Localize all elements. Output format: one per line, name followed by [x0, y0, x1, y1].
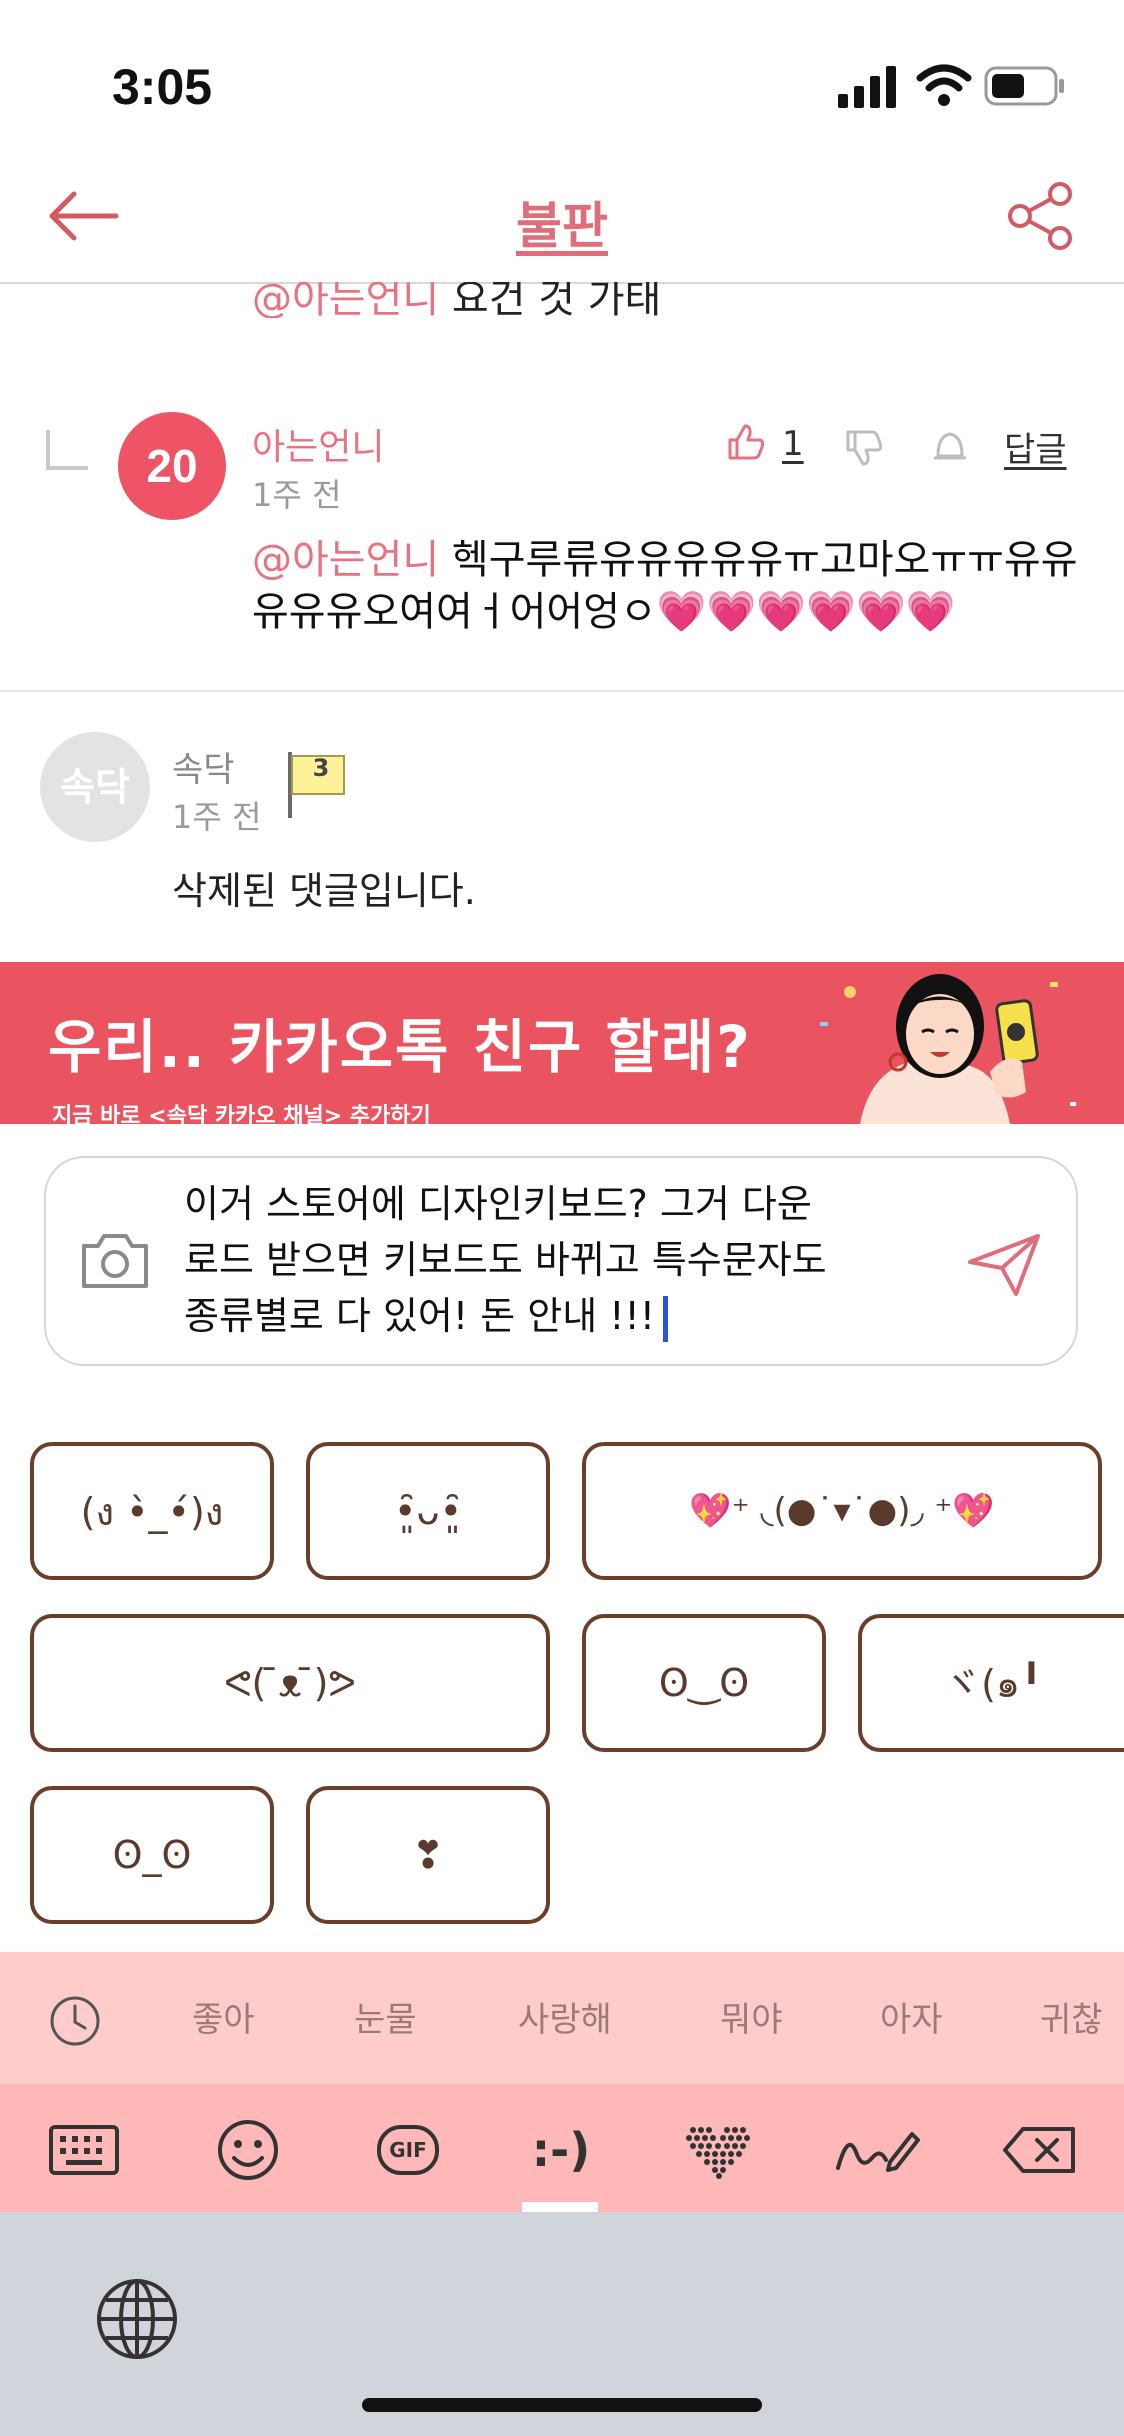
backspace-icon[interactable]	[996, 2110, 1082, 2190]
battery-icon	[984, 66, 1066, 106]
category-tab[interactable]: 뭐야	[720, 1992, 783, 2041]
text-emoticon-tab[interactable]: :-)	[516, 2110, 606, 2190]
back-arrow-icon[interactable]	[44, 186, 120, 246]
emoticon-key[interactable]: ʘ_ʘ	[30, 1786, 274, 1924]
emoji-smiley-icon[interactable]	[208, 2110, 288, 2190]
category-tab[interactable]: 귀찮	[1040, 1992, 1103, 2041]
category-tab[interactable]: 눈물	[354, 1992, 417, 2041]
handwriting-pen-icon[interactable]	[832, 2110, 922, 2190]
keyboard-icon[interactable]	[44, 2110, 124, 2190]
category-tab[interactable]: 사랑해	[518, 1992, 612, 2041]
send-icon[interactable]	[966, 1232, 1042, 1298]
avatar[interactable]: 20	[118, 412, 226, 520]
text-cursor	[662, 1295, 668, 1342]
emoticon-key[interactable]: 💖⁺ ◟(●˙▾˙●)◞ ⁺💖	[582, 1442, 1102, 1580]
thumbs-up-icon[interactable]	[726, 422, 766, 462]
gif-label: GIF	[377, 2125, 439, 2175]
like-count[interactable]: 1	[782, 424, 804, 464]
deleted-comment-text: 삭제된 댓글입니다.	[172, 869, 476, 913]
home-indicator[interactable]	[362, 2398, 762, 2412]
level-flag-icon: 3	[284, 748, 350, 822]
comment-input[interactable]: 이거 스토어에 디자인키보드? 그거 다운 로드 받으면 키보드도 바뀌고 특수…	[184, 1176, 944, 1344]
wifi-icon	[916, 62, 972, 108]
emoticon-key[interactable]: ᕙ( ̄ᴥ ̄)ᕗ	[30, 1614, 550, 1752]
emoticon-key[interactable]: •͈̑ᴗ•͈̑	[306, 1442, 550, 1580]
level-badge-number: 3	[312, 754, 330, 782]
banner-subtitle: 지금 바로 <속닥 카카오 채널> 추가하기	[52, 1104, 431, 1129]
comment-body: @아는언니 헥구루류유유유유유ㅠ고마오ㅠㅠ유유 유유유오여여ㅓ어어엉ㅇ💗💗💗💗💗…	[252, 534, 1092, 638]
recent-clock-icon[interactable]	[48, 1994, 102, 2048]
partial-comment: @아는언니 요건 것 가태	[252, 282, 952, 318]
thumbs-down-icon[interactable]	[844, 428, 884, 468]
comment-time: 1주 전	[252, 476, 342, 514]
emoticon-key[interactable]: ʘ‿ʘ	[582, 1614, 826, 1752]
mention[interactable]: @아는언니	[252, 282, 439, 318]
mention[interactable]: @아는언니	[252, 537, 439, 583]
dot-heart-icon[interactable]	[678, 2110, 758, 2190]
deleted-comment-author[interactable]: 속닥	[172, 742, 235, 791]
share-icon[interactable]	[1006, 180, 1076, 252]
status-time: 3:05	[112, 59, 213, 115]
comment-line-2: 유유유오여여ㅓ어어엉ㅇ💗💗💗💗💗💗	[252, 589, 956, 635]
input-line-1: 이거 스토어에 디자인키보드? 그거 다운	[184, 1182, 812, 1226]
gif-icon[interactable]: GIF	[368, 2110, 448, 2190]
comment-line-1: 헥구루류유유유유유ㅠ고마오ㅠㅠ유유	[451, 537, 1078, 583]
comment-text: 요건 것 가태	[451, 282, 662, 318]
input-line-2: 로드 받으면 키보드도 바뀌고 특수문자도	[184, 1238, 827, 1282]
avatar[interactable]: 속닥	[40, 732, 150, 842]
comment-author[interactable]: 아는언니	[252, 418, 384, 470]
deleted-comment-time: 1주 전	[172, 798, 262, 836]
emoticon-key[interactable]: (ง •̀_•́)ง	[30, 1442, 274, 1580]
page-title: 불판	[516, 197, 608, 255]
reply-indent-icon	[44, 428, 90, 472]
category-tab[interactable]: 아자	[880, 1992, 943, 2041]
report-bell-icon[interactable]	[930, 426, 970, 466]
category-tab[interactable]: 좋아	[192, 1992, 255, 2041]
globe-icon[interactable]	[94, 2276, 180, 2362]
reply-button[interactable]: 답글	[1004, 422, 1067, 471]
banner-illustration	[800, 962, 1100, 1124]
camera-icon[interactable]	[80, 1232, 150, 1290]
emoticon-key[interactable]: ❣	[306, 1786, 550, 1924]
comment-divider	[0, 690, 1124, 692]
signal-icon	[838, 64, 900, 108]
selected-tab-indicator	[522, 2202, 598, 2212]
emoticon-key[interactable]: ヾ(๑╹	[858, 1614, 1124, 1752]
banner-title: 우리.. 카카오톡 친구 할래?	[48, 1013, 752, 1081]
input-line-3: 종류별로 다 있어! 돈 안내 !!!	[184, 1294, 655, 1338]
